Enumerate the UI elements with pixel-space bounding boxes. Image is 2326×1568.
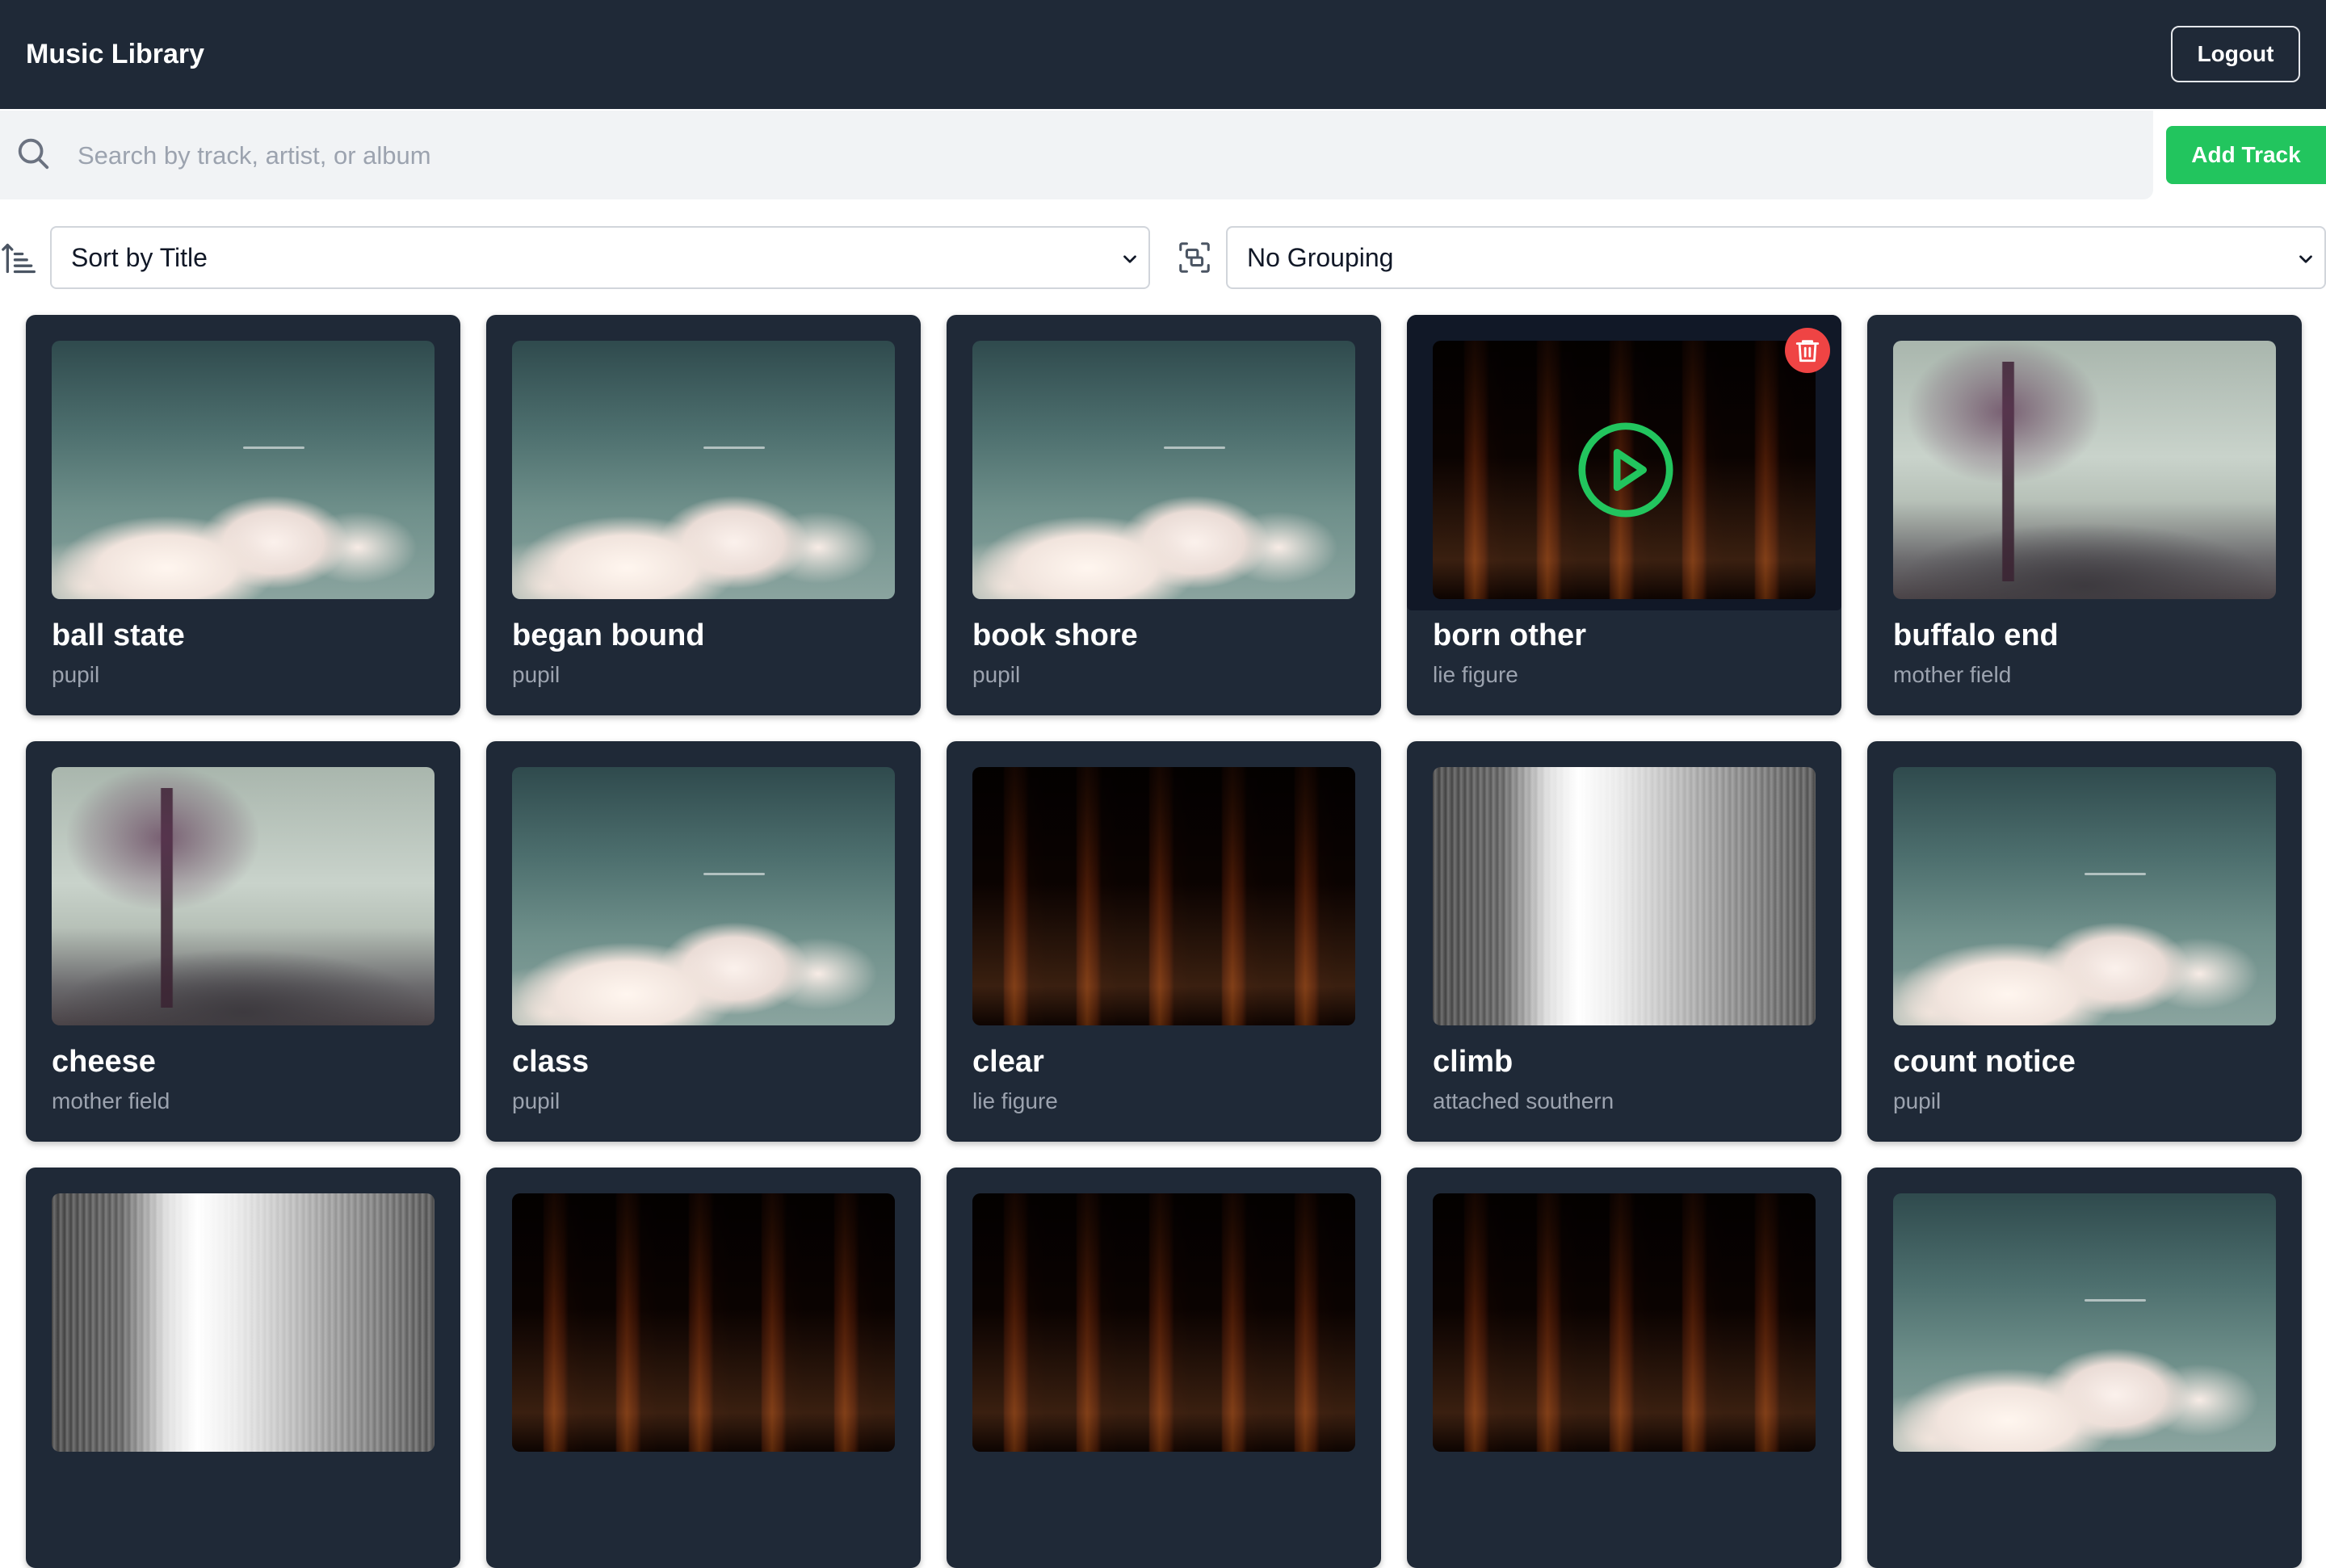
grouping-select-value: No Grouping — [1247, 242, 1394, 272]
track-card[interactable] — [947, 1168, 1381, 1568]
album-art-frame — [26, 1168, 460, 1463]
track-card[interactable]: ball state pupil — [26, 315, 460, 715]
album-art-image[interactable] — [972, 341, 1355, 599]
app-title: Music Library — [26, 39, 205, 69]
album-art-image[interactable] — [52, 767, 435, 1025]
search-bar — [0, 111, 2153, 201]
track-card[interactable]: count notice pupil — [1867, 741, 2302, 1142]
track-title: ball state — [52, 618, 185, 652]
track-card[interactable]: clear lie figure — [947, 741, 1381, 1142]
track-card[interactable]: cheese mother field — [26, 741, 460, 1142]
sort-select-value: Sort by Title — [71, 242, 208, 272]
album-art-frame — [26, 741, 460, 1037]
album-art-image[interactable] — [972, 767, 1355, 1025]
album-art-image[interactable] — [1433, 1193, 1816, 1452]
grouping-select[interactable]: No Grouping — [1226, 226, 2326, 289]
delete-track-button[interactable] — [1785, 328, 1830, 373]
track-title: count notice — [1893, 1045, 2076, 1079]
play-icon[interactable] — [1573, 417, 1678, 522]
album-art-image[interactable] — [1893, 767, 2276, 1025]
album-art-frame — [486, 1168, 921, 1463]
track-card[interactable]: began bound pupil — [486, 315, 921, 715]
track-title: born other — [1433, 618, 1586, 652]
track-title: buffalo end — [1893, 618, 2059, 652]
search-input[interactable] — [76, 111, 2098, 201]
track-card[interactable]: class pupil — [486, 741, 921, 1142]
group-icon[interactable] — [1176, 239, 1213, 276]
track-artist: lie figure — [972, 1088, 1058, 1113]
track-artist: pupil — [972, 662, 1021, 687]
track-title: book shore — [972, 618, 1138, 652]
track-artist: mother field — [1893, 662, 2012, 687]
album-art-image[interactable] — [1433, 767, 1816, 1025]
album-art-image[interactable] — [1893, 341, 2276, 599]
album-art-frame — [486, 315, 921, 610]
album-art-image[interactable] — [52, 341, 435, 599]
album-art-frame — [947, 741, 1381, 1037]
track-card[interactable]: book shore pupil — [947, 315, 1381, 715]
album-art-frame — [1867, 315, 2302, 610]
album-art-frame — [947, 315, 1381, 610]
track-artist: attached southern — [1433, 1088, 1614, 1113]
album-art-image[interactable] — [512, 341, 895, 599]
album-art-frame — [1407, 315, 1841, 610]
album-art-frame — [1407, 741, 1841, 1037]
album-art-image[interactable] — [512, 767, 895, 1025]
track-artist: lie figure — [1433, 662, 1518, 687]
track-title: cheese — [52, 1045, 156, 1079]
album-art-frame — [1867, 1168, 2302, 1463]
album-art-image[interactable] — [52, 1193, 435, 1452]
logout-button[interactable]: Logout — [2171, 26, 2300, 82]
chevron-down-icon — [1123, 255, 1136, 263]
chevron-down-icon — [2299, 255, 2312, 263]
album-art-frame — [486, 741, 921, 1037]
album-art-frame — [1867, 741, 2302, 1037]
track-card[interactable]: climb attached southern — [1407, 741, 1841, 1142]
track-title: began bound — [512, 618, 705, 652]
album-art-image[interactable] — [1893, 1193, 2276, 1452]
track-title: climb — [1433, 1045, 1514, 1079]
sort-ascending-icon[interactable] — [2, 241, 37, 276]
track-artist: pupil — [512, 1088, 561, 1113]
album-art-frame — [26, 315, 460, 610]
album-art-frame — [1407, 1168, 1841, 1463]
track-card[interactable]: born other lie figure — [1407, 315, 1841, 715]
track-artist: mother field — [52, 1088, 170, 1113]
track-artist: pupil — [52, 662, 100, 687]
track-card[interactable] — [26, 1168, 460, 1568]
sort-select[interactable]: Sort by Title — [50, 226, 1150, 289]
top-bar: Music Library Logout — [0, 0, 2326, 109]
track-card[interactable] — [486, 1168, 921, 1568]
track-artist: pupil — [512, 662, 561, 687]
album-art-frame — [947, 1168, 1381, 1463]
search-icon — [18, 138, 49, 170]
track-card[interactable] — [1867, 1168, 2302, 1568]
album-art-image[interactable] — [512, 1193, 895, 1452]
track-card[interactable]: buffalo end mother field — [1867, 315, 2302, 715]
album-art-image[interactable] — [972, 1193, 1355, 1452]
track-title: class — [512, 1045, 590, 1079]
trash-icon — [1795, 340, 1820, 363]
add-track-button[interactable]: Add Track — [2166, 126, 2326, 184]
track-artist: pupil — [1893, 1088, 1942, 1113]
track-title: clear — [972, 1045, 1044, 1079]
track-card[interactable] — [1407, 1168, 1841, 1568]
